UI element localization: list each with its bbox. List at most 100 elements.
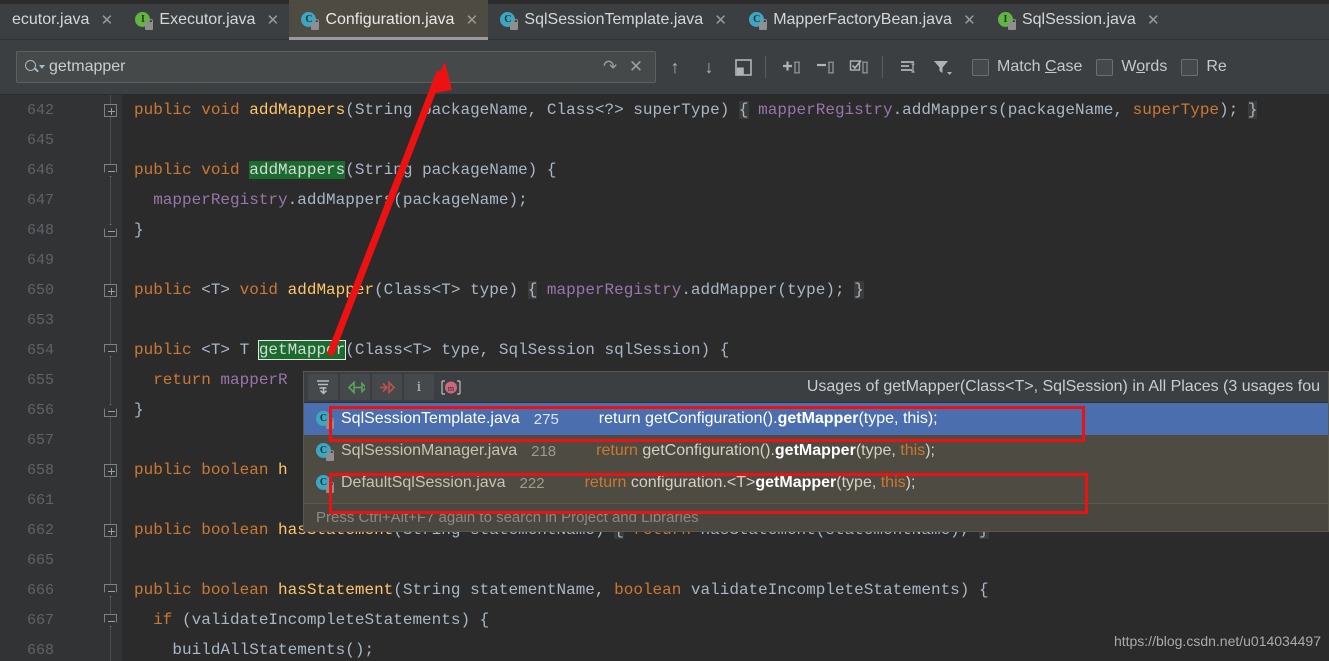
editor-tab-label: Configuration.java [325,11,455,28]
code-fold-plus-icon[interactable] [104,464,118,478]
close-tab-icon[interactable]: ✕ [100,13,114,28]
usage-code-snippet: return getConfiguration().getMapper(type… [596,442,935,459]
usage-file-name: SqlSessionTemplate.java [341,410,520,427]
watermark: https://blog.csdn.net/u014034497 [1113,633,1321,649]
export-to-find-window-button[interactable] [308,374,338,400]
gutter-divider [110,95,111,661]
close-icon[interactable]: ✕ [623,57,649,77]
regex-label: Re [1206,58,1227,75]
close-tab-icon[interactable]: ✕ [266,13,280,28]
code-line[interactable]: public void addMappers(String packageNam… [134,155,556,185]
multiline-toggle-icon[interactable]: ↷ [597,57,623,77]
usages-result-list[interactable]: C SqlSessionTemplate.java 275 return getCon… [304,403,1328,499]
add-occurrence-button[interactable] [777,51,807,83]
code-fold-close-icon[interactable] [104,224,118,238]
regex-checkbox-box[interactable] [1181,58,1199,76]
code-fold-open-icon[interactable] [104,614,118,628]
usage-line-number: 222 [519,474,545,492]
filter-button[interactable] [928,51,958,83]
line-number: 661 [26,492,54,509]
line-number: 656 [26,402,54,419]
find-next-button[interactable]: ↓ [694,51,724,83]
line-number: 658 [26,462,54,479]
line-number: 657 [26,432,54,449]
toolbar-divider [765,56,766,78]
usage-result-row[interactable]: C SqlSessionTemplate.java 275 return getCon… [304,403,1328,435]
usage-code-snippet: return getConfiguration().getMapper(type… [598,410,938,427]
words-checkbox-box[interactable] [1096,58,1114,76]
class-file-icon: C [500,11,519,30]
remove-occurrence-button[interactable] [811,51,841,83]
code-line[interactable]: } [134,395,144,425]
search-input[interactable] [45,58,597,76]
line-number: 649 [26,252,54,269]
class-file-icon: C [316,474,334,493]
code-line[interactable]: if (validateIncompleteStatements) { [134,605,489,635]
close-tab-icon[interactable]: ✕ [465,13,479,28]
code-fold-plus-icon[interactable] [104,524,118,538]
editor-gutter[interactable]: 642 645 646 647 648 649 650 653 654 655 656 657 658 6… [0,95,122,661]
select-all-occurrences-button[interactable] [728,51,758,83]
show-details-button[interactable]: i [404,374,434,400]
usage-file-name: DefaultSqlSession.java [341,474,506,491]
usages-popup-toolbar: i m Usages of getMapper(Class<T>, SqlSes… [304,372,1328,403]
code-line[interactable]: buildAllStatements(); [134,635,374,661]
marker-badge-icon[interactable]: m [436,374,466,400]
previous-occurrence-button[interactable] [340,374,370,400]
code-fold-open-icon[interactable] [104,344,118,358]
regex-checkbox[interactable]: Re [1181,58,1227,76]
line-number: 645 [26,132,54,149]
next-occurrence-button[interactable] [372,374,402,400]
editor-tab-sqlsession-java[interactable]: I SqlSession.java ✕ [986,0,1170,40]
toolbar-divider-2 [882,56,883,78]
code-line[interactable]: public void addMappers(String packageNam… [134,95,1258,125]
usage-result-row[interactable]: C DefaultSqlSession.java 222 return configu… [304,467,1328,499]
usages-popup[interactable]: i m Usages of getMapper(Class<T>, SqlSes… [303,371,1329,532]
class-file-icon: C [749,11,768,30]
line-number: 662 [26,522,54,539]
code-line[interactable]: public boolean h [134,455,288,485]
code-line[interactable]: public boolean hasStatement(String state… [134,575,989,605]
line-number: 650 [26,282,54,299]
code-fold-open-icon[interactable] [104,164,118,178]
ide-window: ecutor.java ✕ I Executor.java ✕ C Configuratio… [0,0,1329,661]
code-line[interactable]: public <T> T getMapper(Class<T> type, Sq… [134,335,729,365]
code-fold-plus-icon[interactable] [104,284,118,298]
editor-tab-mapperfactorybean-java[interactable]: C MapperFactoryBean.java ✕ [737,0,986,40]
close-tab-icon[interactable]: ✕ [714,13,727,28]
search-field[interactable]: ↷ ✕ [16,51,656,83]
editor-tab-executor-java[interactable]: I Executor.java ✕ [123,0,289,40]
match-case-checkbox[interactable]: Match Case [972,58,1082,76]
close-tab-icon[interactable]: ✕ [963,13,976,28]
close-tab-icon[interactable]: ✕ [1147,13,1160,28]
usage-result-row[interactable]: C SqlSessionManager.java 218 return getConf… [304,435,1328,467]
search-icon[interactable] [25,59,45,75]
editor-tab-sqlsessiontemplate-java[interactable]: C SqlSessionTemplate.java ✕ [488,0,737,40]
line-number: 648 [26,222,54,239]
code-fold-plus-icon[interactable] [104,104,118,118]
code-line[interactable]: public <T> void addMapper(Class<T> type)… [134,275,864,305]
words-label: Words [1121,58,1168,75]
code-fold-close-icon[interactable] [104,404,118,418]
line-number: 655 [26,372,54,389]
match-case-checkbox-box[interactable] [972,58,989,76]
line-number: 665 [26,552,54,569]
editor-tab-configuration-java[interactable]: C Configuration.java ✕ [289,0,489,40]
code-line[interactable]: mapperRegistry.addMappers(packageName); [134,185,527,215]
find-toolbar: ↷ ✕ ↑ ↓ Match Case Words [0,40,1329,95]
usage-line-number: 275 [533,410,559,428]
editor-tab-label: Executor.java [159,11,256,28]
find-previous-button[interactable]: ↑ [660,51,690,83]
words-checkbox[interactable]: Words [1096,58,1167,76]
editor-tab-label: SqlSession.java [1021,11,1136,28]
in-selection-button[interactable] [894,51,924,83]
class-file-icon: C [316,442,334,461]
editor-tab-label: ecutor.java [12,11,90,28]
code-line[interactable]: } [134,215,144,245]
editor-tab-bar: ecutor.java ✕ I Executor.java ✕ C Configuratio… [0,0,1329,40]
usages-popup-footer-hint: Press Ctrl+Alt+F7 again to search in Pro… [304,503,1328,531]
code-fold-open-icon[interactable] [104,584,118,598]
code-line[interactable]: return mapperR [134,365,287,395]
editor-tab-ecutor-java[interactable]: ecutor.java ✕ [0,0,123,40]
select-all-matches-button[interactable] [845,51,875,83]
